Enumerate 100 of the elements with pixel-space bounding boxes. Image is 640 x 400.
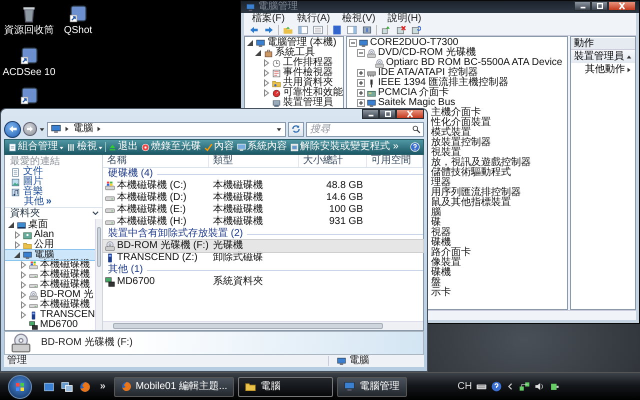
tree-item[interactable]: 事件檢視器 (245, 68, 343, 78)
menu-item[interactable]: 檔案(F) (252, 14, 285, 24)
favorite-link[interactable]: 圖片 (5, 177, 102, 187)
toolbar-button[interactable] (395, 24, 407, 36)
caret-icon[interactable] (39, 126, 45, 132)
outline-triangle-icon[interactable] (262, 79, 270, 87)
outline-triangle-icon[interactable] (19, 291, 27, 299)
device-category[interactable]: 理器 (431, 178, 567, 188)
back-button[interactable] (4, 120, 21, 138)
device-item[interactable]: PCMCIA 介面卡 (347, 88, 567, 98)
column-header[interactable]: 可用空間 (367, 155, 423, 167)
device-category[interactable]: 主機介面卡 (431, 108, 567, 118)
outline-triangle-icon[interactable] (19, 281, 27, 289)
device-category[interactable]: 放裝置控制器 (431, 138, 567, 148)
device-category[interactable]: 碟機 (431, 268, 567, 278)
file-row[interactable]: 本機磁碟機 (C:) 本機磁碟機 48.8 GB (103, 180, 423, 192)
device-item[interactable]: Optiarc BD ROM BC-5500A ATA Device (347, 58, 567, 68)
close-button[interactable] (608, 1, 636, 11)
tree-item[interactable]: 電腦管理 (本機) (245, 38, 343, 48)
breadcrumb-item[interactable]: 電腦 (73, 124, 93, 134)
folder-tree-item[interactable]: 本機磁碟機 (5, 280, 95, 290)
plus-box-icon[interactable] (357, 89, 365, 97)
column-header[interactable]: 名稱 (103, 155, 209, 167)
toolbar-button[interactable] (380, 24, 392, 36)
toolbar-button[interactable] (312, 24, 324, 36)
desktop-shortcut[interactable]: QShot (64, 2, 92, 36)
tree-item[interactable]: 可靠性和效能 (245, 88, 343, 98)
plus-box-icon[interactable] (357, 69, 365, 77)
file-row[interactable]: 本機磁碟機 (D:) 本機磁碟機 14.6 GB (103, 192, 423, 204)
address-bar[interactable]: 電腦 (47, 122, 286, 136)
filled-triangle-icon[interactable] (254, 49, 262, 57)
outline-triangle-icon[interactable] (19, 261, 27, 269)
taskbar-button[interactable]: Mobile01 編輯主題... (114, 376, 234, 396)
file-row[interactable]: 本機磁碟機 (H:) 本機磁碟機 931 GB (103, 216, 423, 228)
device-category[interactable]: 性化介面裝置 (431, 118, 567, 128)
column-header[interactable]: 大小總計 (299, 155, 367, 167)
more-button[interactable]: » (392, 140, 400, 154)
refresh-button[interactable] (288, 122, 304, 136)
desktop-shortcut[interactable]: ACDSee 10 (2, 44, 56, 78)
device-category[interactable]: 視器 (431, 228, 567, 238)
plus-box-icon[interactable] (357, 99, 365, 107)
language-indicator[interactable]: CH (458, 382, 472, 392)
tree-item[interactable]: 裝置管理員 (245, 98, 343, 108)
start-button[interactable] (8, 374, 32, 398)
toolbar-button[interactable]: 系統內容 (236, 140, 288, 154)
toolbar-button[interactable] (410, 24, 422, 36)
maximize-button[interactable] (379, 109, 396, 119)
device-item[interactable]: CORE2DUO-T7300 (347, 38, 567, 48)
favorite-link[interactable]: 音樂 (5, 187, 102, 197)
menu-item[interactable]: 檢視(V) (342, 14, 376, 24)
folders-header[interactable]: 資料夾 (5, 207, 102, 219)
column-header[interactable]: 類型 (209, 155, 299, 167)
toolbar-button[interactable] (346, 24, 358, 36)
toolbar-button[interactable] (297, 24, 309, 36)
favorite-link[interactable]: 文件 (5, 167, 102, 177)
horizontal-scrollbar[interactable] (103, 321, 423, 330)
device-category[interactable]: 用序列匯流排控制器 (431, 188, 567, 198)
minimize-button[interactable] (574, 1, 591, 11)
toolbar-button[interactable]: 解除安裝或變更程式 (289, 140, 391, 154)
outline-triangle-icon[interactable] (19, 271, 27, 279)
toolbar-button[interactable]: 內容 (203, 140, 235, 154)
menu-item[interactable]: 說明(H) (387, 14, 422, 24)
chevron-icon[interactable] (64, 126, 70, 132)
folder-tree-item[interactable]: 桌面 (5, 220, 95, 230)
minus-box-icon[interactable] (357, 49, 365, 57)
chevron-button[interactable]: » (46, 197, 52, 207)
forward-button[interactable] (23, 122, 37, 136)
device-category[interactable]: 示卡 (431, 288, 567, 298)
caret-icon[interactable] (276, 126, 282, 132)
file-row[interactable]: 本機磁碟機 (E:) 本機磁碟機 100 GB (103, 204, 423, 216)
device-category[interactable]: 鼠及其他指標裝置 (431, 198, 567, 208)
filled-triangle-icon[interactable] (7, 221, 15, 229)
file-row[interactable]: BD-ROM 光碟機 (F:) 光碟機 (103, 240, 423, 252)
minus-box-icon[interactable] (349, 39, 357, 47)
folder-tree-item[interactable]: 公用 (5, 240, 95, 250)
search-icon[interactable] (412, 124, 421, 134)
network-icon[interactable] (519, 381, 530, 392)
close-button[interactable] (396, 109, 424, 119)
device-category[interactable]: 碟機 (431, 238, 567, 248)
folder-tree-item[interactable]: 本機磁碟機 (5, 270, 95, 280)
toolbar-button[interactable]: 組合管理 (7, 140, 65, 154)
toolbar-button[interactable]: 燒錄至光碟 (140, 140, 202, 154)
filled-triangle-icon[interactable] (246, 39, 254, 47)
quick-launch-button[interactable] (60, 380, 74, 394)
taskbar-button[interactable]: 電腦 (238, 376, 334, 396)
device-category[interactable]: 盤 (431, 278, 567, 288)
group-header[interactable]: 硬碟機 (4) (108, 169, 153, 179)
device-category[interactable]: 碟 (431, 218, 567, 228)
maximize-button[interactable] (591, 1, 608, 11)
more-button[interactable]: » (96, 382, 110, 392)
device-category[interactable]: 像裝置 (431, 258, 567, 268)
toolbar-button[interactable] (361, 24, 373, 36)
action-section[interactable]: 裝置管理員 (571, 50, 635, 63)
folder-tree-item[interactable]: BD-ROM 光 (5, 290, 95, 300)
toolbar-button[interactable]: 檢視 (66, 140, 104, 154)
folder-tree-item[interactable]: TRANSCEN (5, 310, 95, 320)
minimize-button[interactable] (362, 109, 379, 119)
file-row[interactable]: MD6700 系統資料夾 (103, 276, 423, 288)
tree-item[interactable]: 共用資料夾 (245, 78, 343, 88)
group-header[interactable]: 其他 (1) (108, 265, 143, 275)
